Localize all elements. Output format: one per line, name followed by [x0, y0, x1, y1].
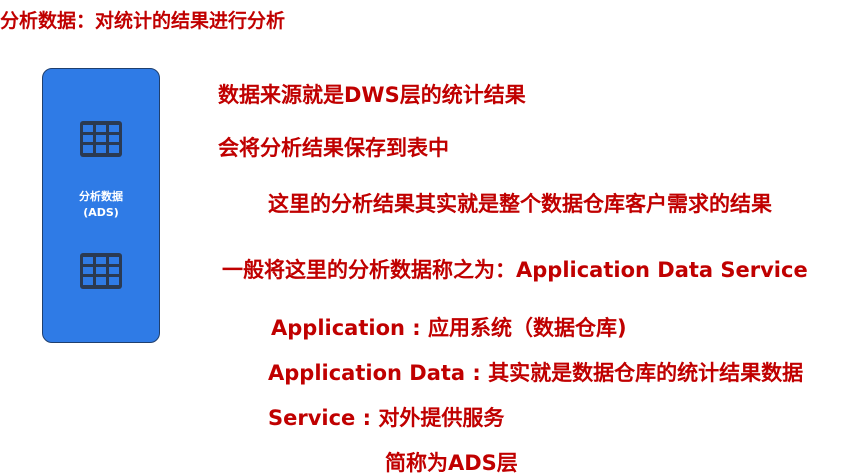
- text-line-save-to-table: 会将分析结果保存到表中: [218, 136, 449, 160]
- card-label-line2: (ADS): [83, 206, 119, 219]
- text-line-customer-needs: 这里的分析结果其实就是整个数据仓库客户需求的结果: [268, 192, 772, 216]
- table-icon: [80, 253, 122, 289]
- text-line-application-data: Application Data : 其实就是数据仓库的统计结果数据: [268, 361, 804, 385]
- card-label-line1: 分析数据: [79, 190, 123, 203]
- text-line-service: Service : 对外提供服务: [268, 406, 505, 430]
- card-label: 分析数据 (ADS): [43, 189, 159, 221]
- text-line-application: Application : 应用系统（数据仓库): [271, 316, 627, 340]
- text-line-ads-definition: 一般将这里的分析数据称之为：Application Data Service: [222, 258, 808, 282]
- text-line-data-source: 数据来源就是DWS层的统计结果: [218, 83, 526, 107]
- table-icon: [80, 121, 122, 157]
- ads-layer-card: 分析数据 (ADS): [42, 68, 160, 343]
- page-title: 分析数据：对统计的结果进行分析: [0, 10, 286, 32]
- text-line-abbreviation: 简称为ADS层: [385, 451, 518, 475]
